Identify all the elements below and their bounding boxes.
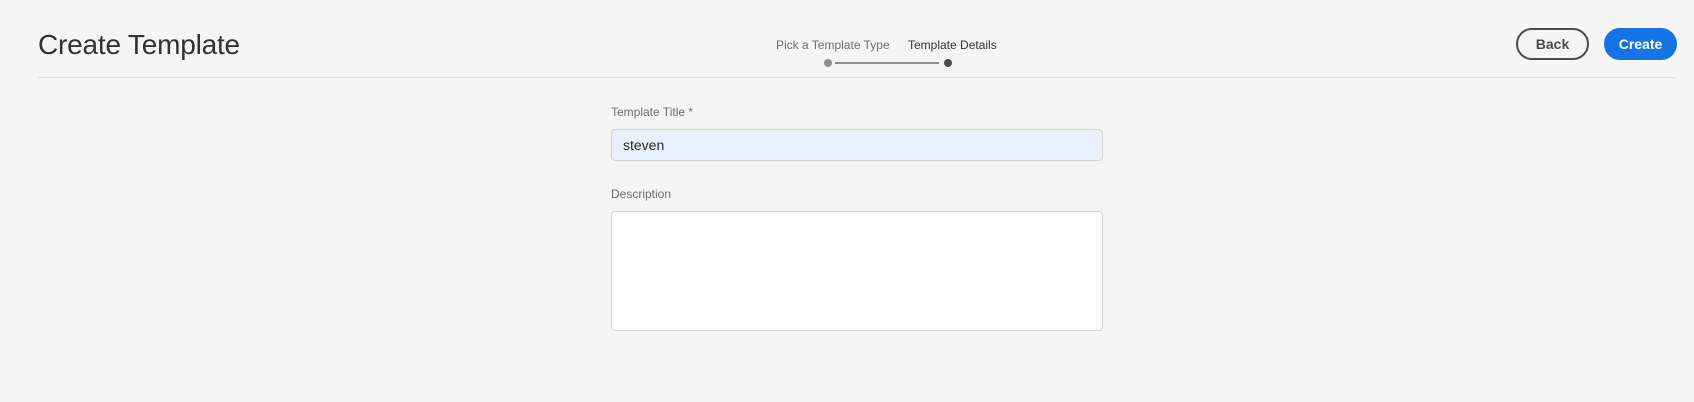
back-button[interactable]: Back	[1516, 28, 1589, 60]
wizard-progress-line	[835, 62, 939, 64]
create-button[interactable]: Create	[1604, 28, 1677, 60]
description-label: Description	[611, 187, 672, 201]
wizard-step-details-label: Template Details	[908, 38, 997, 52]
wizard-stepper: Pick a Template Type Template Details	[738, 38, 998, 70]
template-title-label: Template Title *	[611, 105, 694, 119]
create-template-page: Create Template Pick a Template Type Tem…	[0, 0, 1694, 402]
wizard-step-2-dot	[944, 59, 952, 67]
wizard-step-pick-type-label[interactable]: Pick a Template Type	[776, 38, 890, 52]
page-header: Create Template Pick a Template Type Tem…	[38, 0, 1677, 78]
description-textarea[interactable]	[611, 211, 1103, 331]
page-title: Create Template	[38, 29, 240, 60]
wizard-step-1-dot[interactable]	[824, 59, 832, 67]
template-details-form: Template Title * Description	[611, 105, 1103, 331]
template-title-input[interactable]	[611, 129, 1103, 161]
